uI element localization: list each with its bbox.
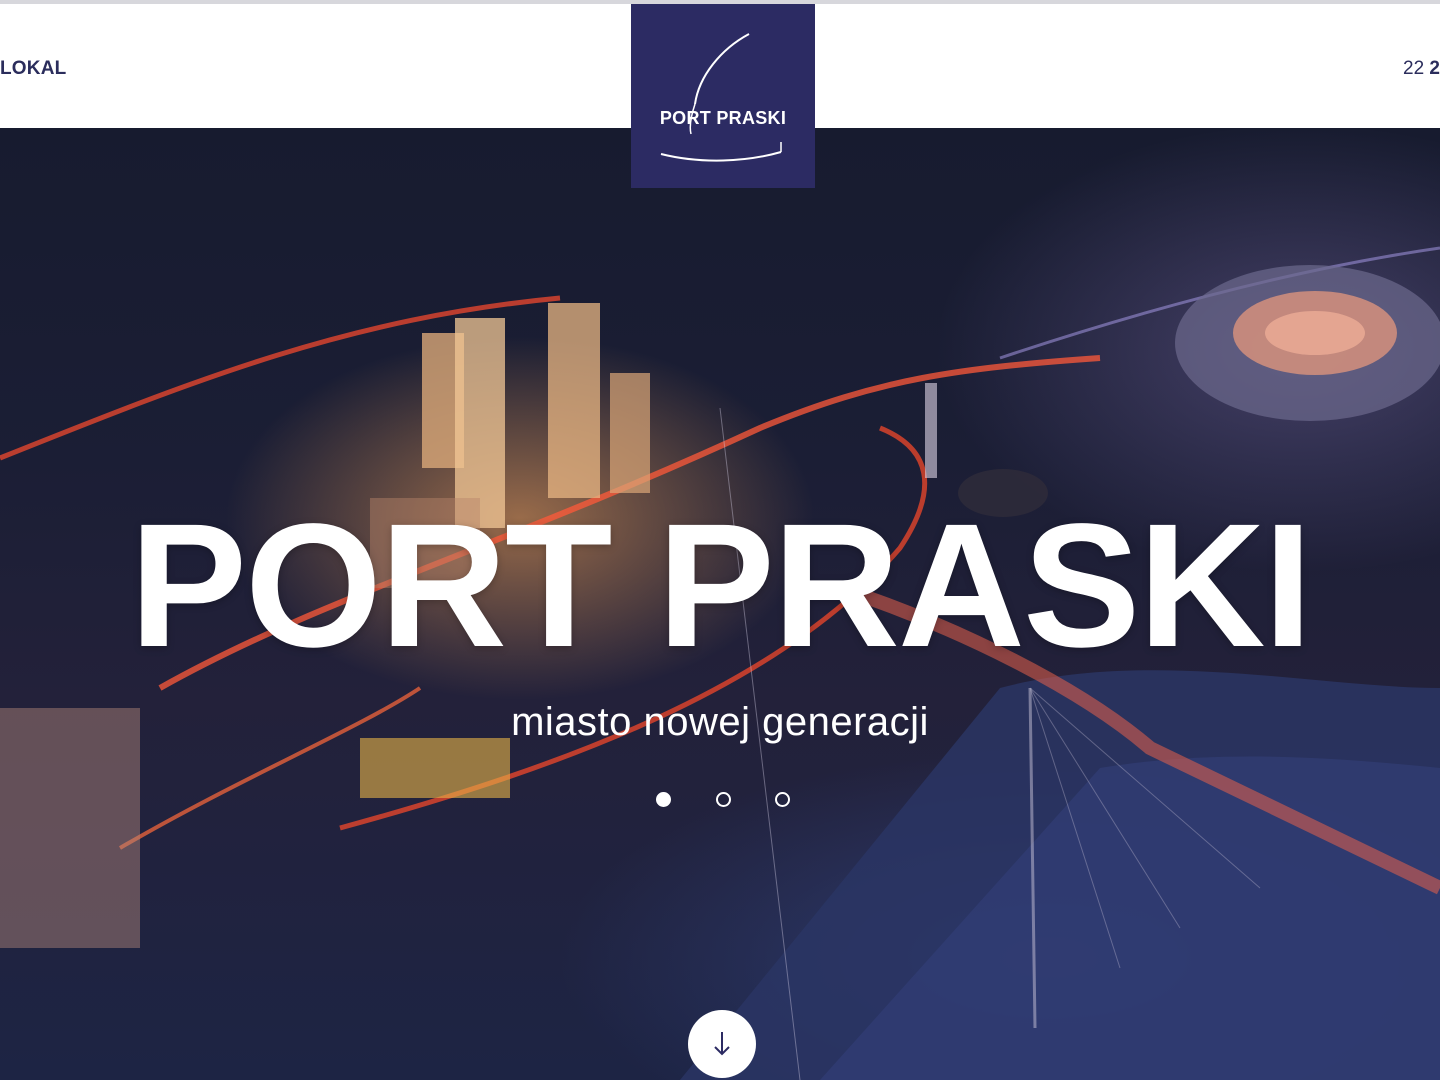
slide-dot-2[interactable]	[716, 792, 731, 807]
slide-dot-3[interactable]	[775, 792, 790, 807]
phone-prefix: 22	[1403, 58, 1425, 79]
phone-rest: 2	[1429, 58, 1440, 79]
arrow-down-icon	[714, 1032, 730, 1056]
hero-title: PORT PRASKI	[129, 488, 1313, 684]
page: LOKAL 22 2 PORT PRASKI PORT PRASKI miast…	[0, 0, 1440, 1080]
sail-logo-icon	[660, 33, 782, 162]
hero-subtitle: miasto nowej generacji	[511, 700, 929, 744]
scroll-down-button[interactable]	[688, 1010, 756, 1078]
nav-link-lokal[interactable]: LOKAL	[0, 58, 66, 80]
port-praski-logo[interactable]: PORT PRASKI	[631, 4, 815, 188]
slide-dot-1[interactable]	[656, 792, 671, 807]
logo-text: PORT PRASKI	[659, 108, 787, 128]
phone-number[interactable]: 22 2	[1403, 58, 1440, 80]
hero-section: PORT PRASKI miasto nowej generacji	[0, 128, 1440, 1080]
slider-pagination	[654, 792, 794, 812]
